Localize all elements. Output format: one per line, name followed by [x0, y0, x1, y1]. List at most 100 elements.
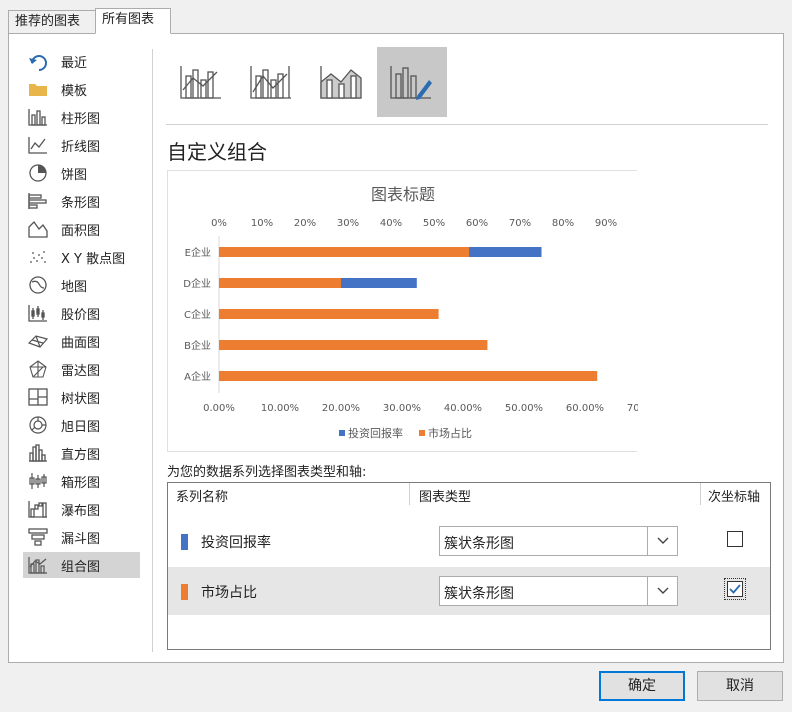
ok-button[interactable]: 确定	[599, 671, 685, 701]
bar-primary	[219, 371, 598, 381]
series-table: 系列名称 图表类型 次坐标轴 投资回报率 簇状条形图 市场占比 簇状条形图	[167, 482, 771, 650]
nav-item-map-chart[interactable]: 地图	[23, 272, 140, 298]
nav-item-scatter-chart[interactable]: X Y 散点图	[23, 244, 140, 270]
secondary-axis-checkbox[interactable]	[727, 531, 743, 547]
header-series-name: 系列名称	[176, 490, 229, 505]
secondary-axis-tick-label: 50%	[423, 218, 445, 229]
primary-axis-tick-label: 50.00%	[505, 403, 543, 414]
nav-item-line-chart[interactable]: 折线图	[23, 132, 140, 158]
primary-axis-tick-label: 70.00%	[627, 403, 638, 414]
nav-item-label: 直方图	[61, 447, 101, 463]
nav-item-label: 股价图	[61, 307, 101, 323]
secondary-axis-tick-label: 40%	[380, 218, 402, 229]
bar-primary	[219, 278, 341, 288]
nav-item-area-chart[interactable]: 面积图	[23, 216, 140, 242]
secondary-axis-tick-label: 30%	[337, 218, 359, 229]
nav-item-label: 雷达图	[61, 363, 101, 379]
all-charts-panel: 最近模板柱形图折线图饼图 条形图 面积图 X Y 散点图地图股价图曲面图雷达图树状图旭…	[8, 33, 784, 663]
series-name: 投资回报率	[201, 535, 271, 551]
nav-item-folder[interactable]: 模板	[23, 76, 140, 102]
nav-item-box-whisker-chart[interactable]: 箱形图	[23, 468, 140, 494]
cancel-button[interactable]: 取消	[697, 671, 783, 701]
nav-item-treemap-chart[interactable]: 树状图	[23, 384, 140, 410]
series-prompt: 为您的数据系列选择图表类型和轴:	[167, 465, 367, 480]
surface-chart-icon	[27, 331, 49, 351]
treemap-chart-icon	[27, 387, 49, 407]
box-whisker-chart-icon	[27, 471, 49, 491]
category-tick-label: D企业	[183, 277, 211, 290]
nav-item-label: 折线图	[61, 139, 101, 155]
undo-icon	[27, 51, 49, 71]
series-row: 市场占比 簇状条形图	[168, 567, 770, 615]
legend-swatch	[339, 430, 345, 436]
clustered-column-line-secondary-icon[interactable]	[237, 47, 307, 117]
nav-item-label: 地图	[61, 279, 88, 295]
secondary-axis-tick-label: 90%	[595, 218, 617, 229]
nav-item-undo[interactable]: 最近	[23, 48, 140, 74]
nav-item-funnel-chart[interactable]: 漏斗图	[23, 524, 140, 550]
custom-combination-icon[interactable]	[377, 47, 447, 117]
nav-item-label: 漏斗图	[61, 531, 101, 547]
stock-chart-icon	[27, 303, 49, 323]
insert-chart-dialog: 最近模板柱形图折线图饼图 条形图 面积图 X Y 散点图地图股价图曲面图雷达图树状图旭…	[0, 0, 792, 712]
category-tick-label: C企业	[184, 308, 211, 321]
radar-chart-icon	[27, 359, 49, 379]
nav-item-waterfall-chart[interactable]: 瀑布图	[23, 496, 140, 522]
primary-axis-tick-label: 60.00%	[566, 403, 604, 414]
nav-item-sunburst-chart[interactable]: 旭日图	[23, 412, 140, 438]
nav-item-label: 最近	[61, 55, 88, 71]
check-icon	[729, 584, 741, 594]
nav-item-combo-chart[interactable]: 组合图	[23, 552, 140, 578]
nav-item-pie-chart[interactable]: 饼图	[23, 160, 140, 186]
chart-type-value: 簇状条形图	[444, 586, 514, 602]
category-tick-label: E企业	[185, 246, 211, 259]
category-tick-label: B企业	[184, 339, 211, 352]
column-divider	[409, 483, 410, 505]
bar-primary	[219, 247, 470, 257]
chart-title: 图表标题	[371, 185, 435, 204]
nav-item-label: 组合图	[61, 559, 101, 575]
combo-chart-icon	[27, 555, 49, 575]
nav-item-bar-chart[interactable]: 条形图	[23, 188, 140, 214]
series-color-swatch	[181, 534, 188, 550]
sunburst-chart-icon	[27, 415, 49, 435]
chart-svg: 图表标题 0% 10% 20% 30% 40% 50% 60% 70% 80% 90% 0.00% 10…	[183, 185, 638, 440]
category-tick-label: A企业	[184, 370, 211, 383]
folder-icon	[27, 79, 49, 99]
nav-item-stock-chart[interactable]: 股价图	[23, 300, 140, 326]
secondary-axis-tick-label: 60%	[466, 218, 488, 229]
nav-item-label: 模板	[61, 83, 88, 99]
secondary-axis-tick-label: 80%	[552, 218, 574, 229]
legend-swatch	[419, 430, 425, 436]
tab-all-charts[interactable]: 所有图表	[95, 8, 171, 34]
secondary-axis-tick-label: 10%	[251, 218, 273, 229]
funnel-chart-icon	[27, 527, 49, 547]
chart-type-dropdown[interactable]: 簇状条形图	[439, 576, 678, 606]
series-name: 市场占比	[201, 585, 257, 601]
nav-item-label: 曲面图	[61, 335, 101, 351]
chevron-down-icon[interactable]	[647, 527, 677, 555]
stacked-area-column-icon[interactable]	[307, 47, 377, 117]
nav-item-label: 树状图	[61, 391, 101, 407]
combo-title: 自定义组合	[167, 140, 267, 164]
nav-item-histogram-chart[interactable]: 直方图	[23, 440, 140, 466]
nav-item-surface-chart[interactable]: 曲面图	[23, 328, 140, 354]
header-secondary-axis: 次坐标轴	[708, 490, 761, 505]
waterfall-chart-icon	[27, 499, 49, 519]
secondary-axis-checkbox[interactable]	[724, 578, 746, 600]
nav-item-radar-chart[interactable]: 雷达图	[23, 356, 140, 382]
clustered-column-line-icon[interactable]	[167, 47, 237, 117]
series-color-swatch	[181, 584, 188, 600]
pie-chart-icon	[27, 163, 49, 183]
chart-type-dropdown[interactable]: 簇状条形图	[439, 526, 678, 556]
legend-label: 投资回报率	[348, 426, 403, 440]
chevron-down-icon[interactable]	[647, 577, 677, 605]
map-chart-icon	[27, 275, 49, 295]
nav-item-column-chart[interactable]: 柱形图	[23, 104, 140, 130]
bar-primary	[219, 340, 488, 350]
series-row: 投资回报率 簇状条形图	[168, 517, 770, 565]
secondary-axis-tick-label: 0%	[211, 218, 227, 229]
tab-recommended-charts[interactable]: 推荐的图表	[8, 10, 96, 33]
area-chart-icon	[27, 219, 49, 239]
primary-axis-tick-label: 0.00%	[203, 403, 235, 414]
